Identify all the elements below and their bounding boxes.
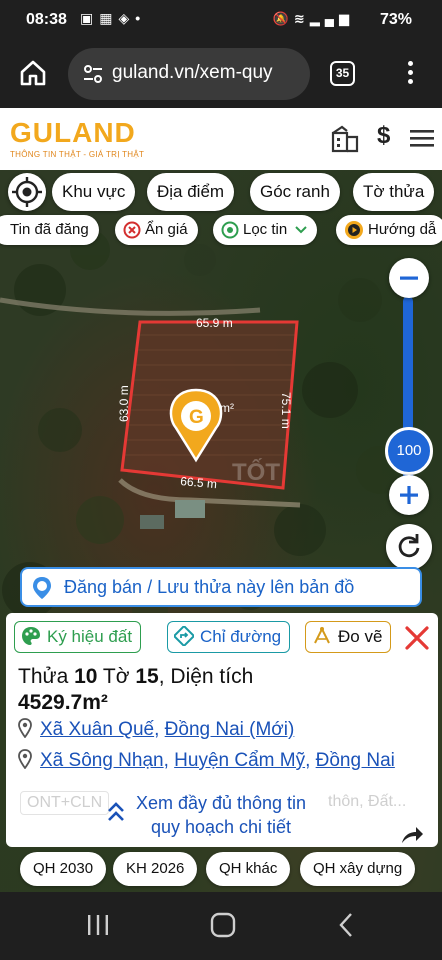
mute-icon: 🔕 xyxy=(272,11,294,26)
browser-toolbar: guland.vn/xem-quy 35 xyxy=(0,40,442,108)
shield-icon: ◈ xyxy=(118,10,136,26)
tool-label: Ký hiệu đất xyxy=(47,627,133,646)
building-roof xyxy=(175,500,205,518)
province-link[interactable]: Đồng Nai (Mới) xyxy=(165,719,295,740)
refresh-button[interactable] xyxy=(386,524,432,570)
edge-label-left: 63.0 m xyxy=(117,385,131,422)
layer-qh-khac[interactable]: QH khác xyxy=(206,852,291,886)
detail-link-line2: quy hoạch chi tiết xyxy=(150,817,292,837)
site-settings-icon[interactable] xyxy=(82,63,104,85)
wifi-icon: ≋ xyxy=(293,11,310,26)
signal-icon: ▂▄▆ xyxy=(309,11,354,26)
view-full-info-link[interactable]: Xem đầy đủ thông tin quy hoạch chi tiết xyxy=(106,791,336,839)
zone-code-badge: ONT+CLN xyxy=(20,791,110,815)
status-bar: 08:38 ▣▦◈• 🔕≋▂▄▆ 73% xyxy=(0,0,442,40)
brand-name: GULAND xyxy=(10,117,136,148)
parcel-info-panel: Ký hiệu đất Chỉ đường Đo vẽ Thửa 10 Tờ 1… xyxy=(6,613,438,847)
land-symbol-button[interactable]: Ký hiệu đất xyxy=(14,621,142,653)
recents-icon[interactable] xyxy=(86,914,110,936)
overflow-menu-icon[interactable] xyxy=(402,58,418,88)
minus-icon xyxy=(400,276,418,280)
filter-label: Lọc tin xyxy=(243,221,288,238)
address-old: Xã Sông Nhạn, Huyện Cẩm Mỹ, Đồng Nai xyxy=(18,749,395,772)
watermark-text: TỐT xyxy=(232,458,280,486)
photo-icon: ▣ xyxy=(80,10,100,26)
filter-tin-da-dang[interactable]: Tin đã đăng xyxy=(0,215,99,245)
filter-khu-vuc[interactable]: Khu vực xyxy=(52,173,136,211)
dot-icon: • xyxy=(135,10,147,26)
double-chevron-up-icon xyxy=(108,802,124,821)
filter-label: Ẩn giá xyxy=(145,221,188,238)
filter-an-gia[interactable]: Ẩn giá xyxy=(115,215,198,245)
refresh-icon xyxy=(398,534,420,558)
chevron-down-icon xyxy=(295,226,308,234)
zoom-out-button[interactable] xyxy=(389,258,429,298)
site-header: GULAND THÔNG TIN THẬT - GIÁ TRỊ THẬT $ xyxy=(0,108,442,170)
guland-logo[interactable]: GULAND THÔNG TIN THẬT - GIÁ TRỊ THẬT xyxy=(10,117,145,160)
share-icon[interactable] xyxy=(400,825,424,845)
crosshair-icon xyxy=(12,177,42,207)
filter-label: Hướng dẫ xyxy=(368,221,437,238)
building-roof xyxy=(140,515,164,529)
parcel-area: 4529.7m² xyxy=(18,691,108,714)
district-link[interactable]: Huyện Cẩm Mỹ xyxy=(174,750,305,771)
filter-huong-dan[interactable]: Hướng dẫ xyxy=(336,215,442,245)
building-icon[interactable] xyxy=(330,125,360,153)
guland-pin-icon xyxy=(33,577,51,599)
brand-tagline: THÔNG TIN THẬT - GIÁ TRỊ THẬT xyxy=(10,150,145,159)
layer-qh-xay-dung[interactable]: QH xây dựng xyxy=(300,852,416,886)
palette-icon xyxy=(22,627,40,646)
svg-text:G: G xyxy=(189,407,204,428)
status-time: 08:38 xyxy=(26,11,67,28)
tool-label: Đo vẽ xyxy=(338,627,383,646)
back-icon[interactable] xyxy=(338,912,354,938)
status-right-icons: 🔕≋▂▄▆ xyxy=(273,11,354,27)
x-circle-icon xyxy=(123,221,141,239)
filter-loc-tin[interactable]: Lọc tin xyxy=(213,215,318,245)
edge-label-bottom: 66.5 m xyxy=(180,474,218,491)
commune-link[interactable]: Xã Xuân Quế xyxy=(40,719,154,740)
location-icon xyxy=(221,221,239,239)
zoom-in-button[interactable] xyxy=(389,475,429,515)
measure-icon xyxy=(314,626,330,644)
locate-button[interactable] xyxy=(8,173,46,211)
edge-label-right: 75.1 m xyxy=(279,392,293,429)
directions-icon xyxy=(174,626,194,647)
filter-label: Tin đã đăng xyxy=(10,221,89,238)
image-icon: ▦ xyxy=(99,10,119,26)
directions-button[interactable]: Chỉ đường xyxy=(167,621,291,653)
url-text: guland.vn/xem-quy xyxy=(112,62,273,83)
filter-goc-ranh[interactable]: Góc ranh xyxy=(250,173,340,211)
layer-qh-2030[interactable]: QH 2030 xyxy=(20,852,107,886)
post-listing-label: Đăng bán / Lưu thửa này lên bản đồ xyxy=(64,577,355,597)
layer-kh-2026[interactable]: KH 2026 xyxy=(113,852,198,886)
zoom-level-knob[interactable]: 100 xyxy=(385,427,433,475)
parcel-title: Thửa 10 Tờ 15, Diện tích 4529.7m² xyxy=(18,665,254,714)
commune-link[interactable]: Xã Sông Nhạn xyxy=(40,750,164,771)
plus-icon xyxy=(400,486,418,504)
detail-link-line1: Xem đầy đủ thông tin xyxy=(135,793,307,813)
address-bar[interactable]: guland.vn/xem-quy xyxy=(68,48,310,100)
home-icon[interactable] xyxy=(18,58,48,88)
province-link[interactable]: Đồng Nai xyxy=(316,750,395,771)
close-icon[interactable] xyxy=(404,625,430,651)
dollar-icon[interactable]: $ xyxy=(377,122,390,150)
hamburger-icon[interactable] xyxy=(410,128,434,148)
home-icon[interactable] xyxy=(210,912,236,938)
map-pin-icon xyxy=(18,749,32,769)
zone-description: thôn, Đất... xyxy=(328,793,407,810)
tab-switcher-button[interactable]: 35 xyxy=(330,61,355,86)
address-new: Xã Xuân Quế, Đồng Nai (Mới) xyxy=(18,718,295,741)
status-left-icons: ▣▦◈• xyxy=(80,10,146,27)
battery-percent: 73% xyxy=(379,11,412,28)
map-pin-icon xyxy=(18,718,32,738)
post-listing-button[interactable]: Đăng bán / Lưu thửa này lên bản đồ xyxy=(20,567,422,607)
filter-to-thua[interactable]: Tờ thửa xyxy=(353,173,435,211)
edge-label-top: 65.9 m xyxy=(196,316,233,330)
play-circle-icon xyxy=(345,221,363,240)
filter-dia-diem[interactable]: Địa điểm xyxy=(147,173,235,211)
tool-label: Chỉ đường xyxy=(200,627,282,646)
measure-button[interactable]: Đo vẽ xyxy=(305,621,392,653)
system-nav-bar xyxy=(0,892,442,960)
